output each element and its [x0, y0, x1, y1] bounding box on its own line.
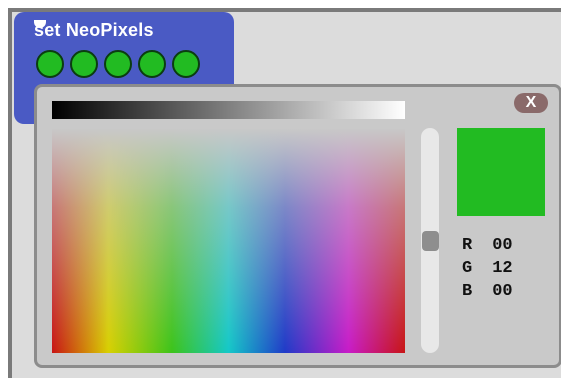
neopixel-4[interactable]	[172, 50, 200, 78]
neopixel-1[interactable]	[70, 50, 98, 78]
rgb-values: R 00 G 12 B 00	[462, 234, 513, 303]
close-button[interactable]: X	[514, 93, 548, 113]
rgb-value-g: 12	[492, 259, 513, 278]
neopixel-2[interactable]	[104, 50, 132, 78]
rgb-row-b: B 00	[462, 280, 513, 303]
selected-color-swatch	[457, 128, 545, 216]
rgb-row-g: G 12	[462, 257, 513, 280]
rgb-value-b: 00	[492, 282, 513, 301]
rgb-label-r: R	[462, 236, 473, 255]
neopixel-0[interactable]	[36, 50, 64, 78]
rgb-label-b: B	[462, 282, 473, 301]
color-spectrum[interactable]	[52, 129, 405, 353]
neopixel-list	[36, 50, 200, 78]
rgb-value-r: 00	[492, 236, 513, 255]
block-title: set NeoPixels	[34, 20, 154, 40]
rgb-label-g: G	[462, 259, 473, 278]
grayscale-strip[interactable]	[52, 101, 405, 119]
neopixel-3[interactable]	[138, 50, 166, 78]
rgb-row-r: R 00	[462, 234, 513, 257]
slider-knob[interactable]	[422, 231, 439, 251]
